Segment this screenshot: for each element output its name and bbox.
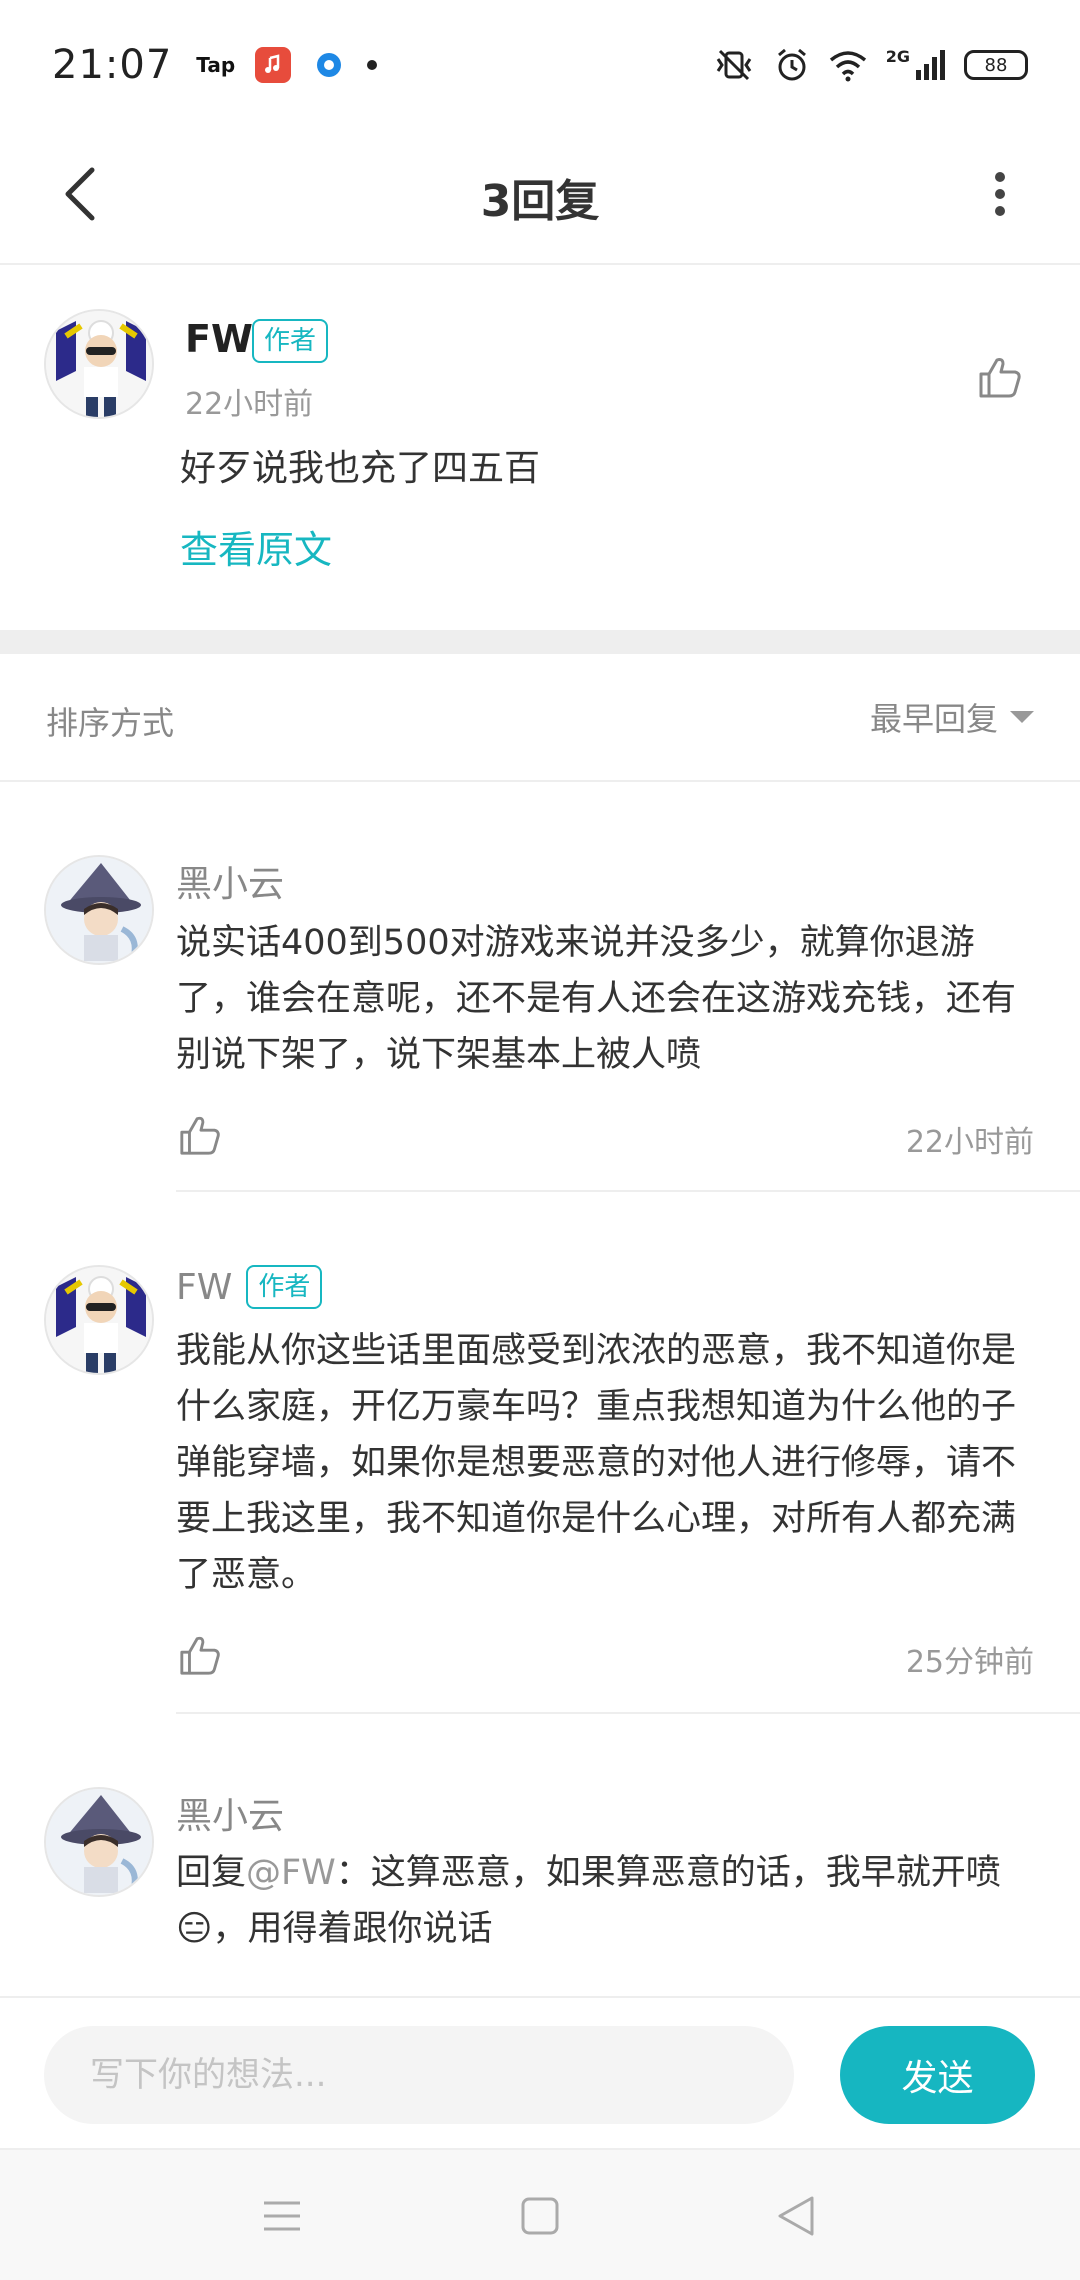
menu-icon — [264, 2201, 300, 2231]
reply-item: 黑小云 回复@FW：这算恶意，如果算恶意的话，我早就开喷😑，用得着跟你说话 — [0, 1787, 1080, 1996]
author-badge: 作者 — [252, 319, 329, 363]
notification-dot — [367, 60, 378, 70]
signal-icon — [916, 50, 945, 80]
view-original-link[interactable]: 查看原文 — [180, 519, 332, 574]
mention-link[interactable]: @FW — [246, 1853, 336, 1893]
comment-input-bar: 发送 — [0, 1996, 1080, 2150]
reply-author-row: FW 作者 — [176, 1265, 323, 1309]
music-app-icon — [255, 47, 292, 83]
thumbs-up-icon — [979, 358, 1021, 398]
network-type-label: 2G — [885, 46, 910, 66]
send-button[interactable]: 发送 — [840, 2026, 1035, 2124]
home-square-icon — [521, 2197, 559, 2235]
divider — [176, 1190, 1080, 1192]
back-button[interactable] — [40, 154, 120, 234]
original-post: FW 作者 22小时前 好歹说我也充了四五百 查看原文 — [0, 267, 1080, 630]
sort-bar: 排序方式 最早回复 — [0, 654, 1080, 782]
status-left-icons: Tap — [196, 47, 378, 83]
thumbs-up-icon — [180, 1116, 220, 1155]
page-title: 3回复 — [480, 175, 600, 227]
reply-content: 回复@FW：这算恶意，如果算恶意的话，我早就开喷😑，用得着跟你说话 — [176, 1845, 1036, 1957]
reply-item: 黑小云 说实话400到500对游戏来说并没多少，就算你退游了，谁会在意呢，还不是… — [0, 855, 1080, 1195]
more-options-button[interactable] — [960, 154, 1040, 234]
menu-nav-button[interactable] — [252, 2186, 312, 2246]
avatar[interactable] — [44, 1787, 154, 1897]
sort-dropdown[interactable]: 最早回复 — [870, 694, 1034, 740]
back-nav-button[interactable] — [766, 2186, 826, 2246]
status-time: 21:07 — [52, 42, 173, 88]
vibrate-off-icon — [716, 49, 751, 81]
reply-timestamp: 25分钟前 — [905, 1645, 1034, 1680]
reply-author-name[interactable]: 黑小云 — [176, 1787, 284, 1839]
status-right-icons: 2G 88 — [712, 47, 1028, 83]
chevron-left-icon — [65, 167, 95, 221]
more-vertical-icon — [995, 172, 1005, 216]
reply-item: FW 作者 我能从你这些话里面感受到浓浓的恶意，我不知道你是什么家庭，开亿万豪车… — [0, 1265, 1080, 1715]
sort-label: 排序方式 — [46, 704, 175, 742]
thumbs-up-icon — [180, 1636, 220, 1675]
reply-author-name[interactable]: FW — [176, 1267, 232, 1308]
avatar[interactable] — [44, 855, 154, 965]
reply-timestamp: 22小时前 — [905, 1125, 1034, 1160]
wifi-icon — [829, 51, 866, 82]
reply-content: 说实话400到500对游戏来说并没多少，就算你退游了，谁会在意呢，还不是有人还会… — [176, 923, 1017, 1075]
reply-content: 我能从你这些话里面感受到浓浓的恶意，我不知道你是什么家庭，开亿万豪车吗？重点我想… — [176, 1331, 1017, 1595]
post-timestamp: 22小时前 — [185, 387, 314, 422]
section-divider — [0, 630, 1080, 654]
post-author-name[interactable]: FW — [185, 317, 253, 361]
reply-author-row: 黑小云 — [176, 1787, 284, 1839]
reply-author-name[interactable]: 黑小云 — [176, 855, 284, 907]
system-nav-bar — [0, 2150, 1080, 2280]
like-button[interactable] — [170, 1625, 230, 1685]
divider — [176, 1712, 1080, 1714]
reply-prefix: 回复 — [176, 1853, 247, 1893]
reply-author-row: 黑小云 — [176, 855, 284, 907]
like-button[interactable] — [170, 1105, 230, 1165]
title-bar: 3回复 — [0, 130, 1080, 265]
caret-down-icon — [1010, 711, 1034, 723]
tap-app-icon: Tap — [196, 53, 236, 77]
battery-indicator: 88 — [964, 50, 1028, 80]
post-content: 好歹说我也充了四五百 — [180, 448, 541, 489]
home-nav-button[interactable] — [510, 2186, 570, 2246]
ring-app-icon — [311, 47, 348, 83]
status-bar: 21:07 Tap 2G 88 — [0, 0, 1080, 130]
author-badge: 作者 — [246, 1265, 323, 1309]
avatar[interactable] — [44, 309, 154, 419]
back-triangle-icon — [778, 2196, 814, 2236]
avatar[interactable] — [44, 1265, 154, 1375]
sort-selected-value: 最早回复 — [869, 700, 998, 738]
alarm-icon — [777, 48, 806, 81]
comment-input[interactable] — [44, 2026, 794, 2124]
like-button[interactable] — [960, 337, 1040, 417]
